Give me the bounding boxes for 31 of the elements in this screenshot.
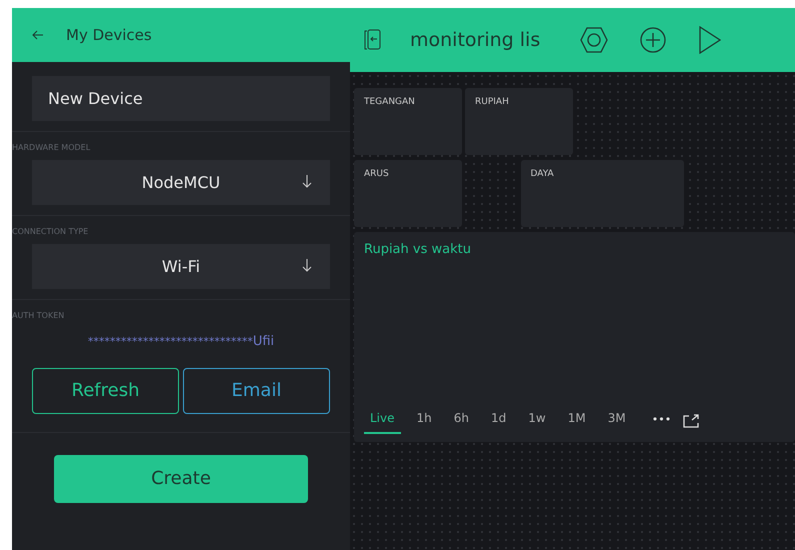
dropdown[interactable]: NodeMCU bbox=[32, 160, 330, 205]
time-range-tab[interactable]: 1h bbox=[410, 407, 438, 434]
settings-icon[interactable] bbox=[580, 27, 608, 53]
arrow-down-icon bbox=[302, 258, 312, 272]
field-label: AUTH TOKEN bbox=[12, 299, 350, 328]
widget-tile[interactable]: DAYA bbox=[520, 160, 684, 227]
auth-token: ******************************Ufii bbox=[86, 333, 276, 351]
device-name-field[interactable]: New Device bbox=[32, 76, 330, 121]
create-button[interactable]: Create bbox=[54, 454, 308, 502]
time-range-tab[interactable]: 1M bbox=[562, 407, 592, 434]
dropdown[interactable]: Wi-Fi bbox=[32, 244, 330, 289]
back-icon[interactable] bbox=[32, 30, 44, 40]
time-range-tab[interactable]: 1d bbox=[485, 407, 512, 434]
time-range-tab[interactable]: 1w bbox=[522, 407, 552, 434]
refresh-button[interactable]: Refresh bbox=[32, 368, 179, 414]
panel-title: My Devices bbox=[66, 24, 152, 46]
arrow-down-icon bbox=[302, 174, 312, 188]
time-range-tab[interactable]: 3M bbox=[602, 407, 632, 434]
widget-tile[interactable]: TEGANGAN bbox=[354, 88, 462, 155]
exit-icon[interactable] bbox=[364, 29, 382, 51]
widget-tile[interactable]: ARUS bbox=[354, 160, 462, 227]
email-button[interactable]: Email bbox=[183, 368, 330, 414]
time-range-tab[interactable]: 6h bbox=[448, 407, 476, 434]
chart-title: Rupiah vs waktu bbox=[364, 241, 471, 259]
play-icon[interactable] bbox=[699, 26, 721, 54]
widget-tile[interactable]: RUPIAH bbox=[465, 88, 573, 155]
expand-icon[interactable] bbox=[683, 414, 700, 428]
add-icon[interactable] bbox=[640, 27, 666, 53]
project-title: monitoring lis bbox=[410, 28, 542, 53]
more-button[interactable]: ••• bbox=[652, 412, 672, 429]
time-range-tab[interactable]: Live bbox=[364, 407, 401, 434]
